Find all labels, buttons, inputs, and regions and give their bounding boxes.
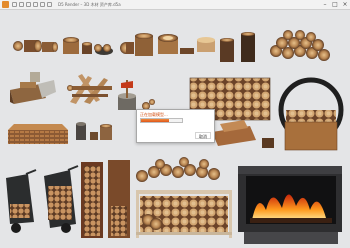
- app-logo-icon: [2, 1, 9, 8]
- window-title: D5 Render – 3D 木材 资产库.d5a: [58, 2, 121, 7]
- log-cart-2: [44, 165, 79, 233]
- open-file-icon[interactable]: [19, 2, 24, 7]
- chopping-block-with-axe: [118, 80, 155, 110]
- maximize-button[interactable]: □: [330, 0, 340, 9]
- stump-group-2: [158, 34, 215, 54]
- fireplace: [238, 166, 342, 244]
- new-file-icon[interactable]: [12, 2, 17, 7]
- undo-icon[interactable]: [33, 2, 38, 7]
- loading-progress-bar: [140, 118, 183, 123]
- tall-log-rack: [81, 162, 103, 238]
- settings-icon[interactable]: [47, 2, 52, 7]
- log-heap: [136, 157, 220, 182]
- tall-log-rack-2: [108, 160, 130, 238]
- split-firewood-row3: [212, 120, 274, 148]
- minimize-button[interactable]: –: [320, 0, 330, 9]
- log-pile-round: [270, 30, 330, 61]
- log-bundle-left: [10, 72, 56, 104]
- title-bar: D5 Render – 3D 木材 资产库.d5a – □ ×: [0, 0, 350, 10]
- redo-icon[interactable]: [40, 2, 45, 7]
- save-icon[interactable]: [26, 2, 31, 7]
- upright-logs-group: [220, 32, 255, 62]
- cancel-button[interactable]: 取消: [195, 132, 211, 139]
- log-shelf-rack: [136, 190, 232, 238]
- log-roll-group: [120, 33, 153, 56]
- loading-progress-fill: [141, 119, 169, 122]
- circular-log-holder: [278, 77, 344, 151]
- close-button[interactable]: ×: [340, 0, 350, 9]
- loading-dialog: 正在加载模型... 取消: [136, 109, 215, 143]
- loading-dialog-title: 正在加载模型...: [140, 112, 168, 117]
- sawhorse-with-logs: [67, 74, 112, 104]
- single-logs-row3: [76, 122, 112, 140]
- stump-group-1: [63, 37, 113, 55]
- log-cart-1: [6, 169, 37, 233]
- kindling-pile: [8, 124, 68, 144]
- log-slices-group: [13, 40, 58, 52]
